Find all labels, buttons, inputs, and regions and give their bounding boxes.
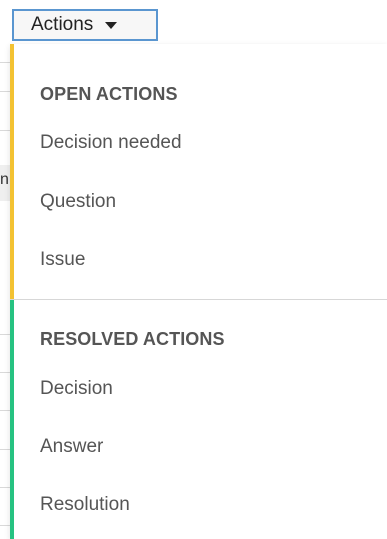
menu-item-issue[interactable]: Issue: [40, 249, 85, 271]
open-actions-header: OPEN ACTIONS: [40, 84, 178, 104]
page: n Actions OPEN ACTIONS Decision needed Q…: [0, 0, 387, 539]
resolved-actions-section: RESOLVED ACTIONS Decision Answer Resolut…: [10, 300, 387, 539]
menu-item-decision[interactable]: Decision: [40, 378, 113, 400]
open-actions-section: OPEN ACTIONS Decision needed Question Is…: [10, 44, 387, 299]
actions-dropdown-menu: OPEN ACTIONS Decision needed Question Is…: [10, 44, 387, 539]
resolved-actions-header: RESOLVED ACTIONS: [40, 329, 225, 349]
background-partial-text: n: [0, 171, 9, 188]
menu-item-answer[interactable]: Answer: [40, 436, 103, 458]
menu-item-question[interactable]: Question: [40, 191, 116, 213]
actions-dropdown-button[interactable]: Actions: [12, 9, 158, 41]
actions-button-label: Actions: [31, 14, 94, 35]
menu-item-resolution[interactable]: Resolution: [40, 494, 130, 516]
caret-down-icon: [105, 21, 118, 29]
menu-item-decision-needed[interactable]: Decision needed: [40, 132, 182, 154]
